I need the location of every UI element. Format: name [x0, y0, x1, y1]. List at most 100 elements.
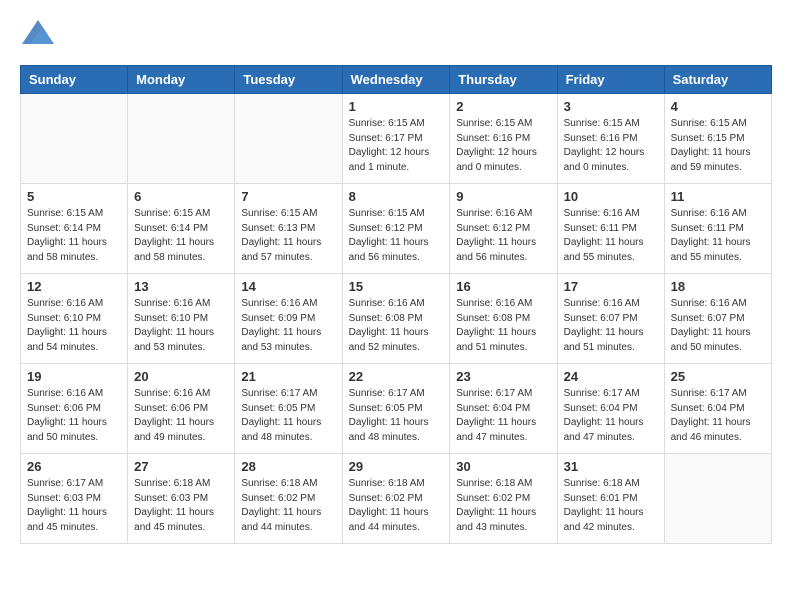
- day-number: 7: [241, 189, 335, 204]
- day-info: Sunrise: 6:15 AM Sunset: 6:13 PM Dayligh…: [241, 207, 335, 265]
- calendar-cell: [235, 94, 342, 184]
- calendar-cell: 16 Sunrise: 6:16 AM Sunset: 6:08 PM Dayli…: [450, 274, 557, 364]
- calendar-week-row: 19 Sunrise: 6:16 AM Sunset: 6:06 PM Dayli…: [21, 364, 772, 454]
- day-info: Sunrise: 6:15 AM Sunset: 6:17 PM Dayligh…: [349, 117, 444, 175]
- day-info: Sunrise: 6:16 AM Sunset: 6:08 PM Dayligh…: [349, 297, 444, 355]
- day-info: Sunrise: 6:17 AM Sunset: 6:04 PM Dayligh…: [456, 387, 550, 445]
- day-info: Sunrise: 6:18 AM Sunset: 6:01 PM Dayligh…: [564, 477, 658, 535]
- weekday-header: Sunday: [21, 66, 128, 94]
- calendar-cell: 9 Sunrise: 6:16 AM Sunset: 6:12 PM Daylig…: [450, 184, 557, 274]
- calendar-cell: 25 Sunrise: 6:17 AM Sunset: 6:04 PM Dayli…: [664, 364, 771, 454]
- day-number: 2: [456, 99, 550, 114]
- calendar-cell: 12Sunrise: 6:16 AM Sunset: 6:10 PM Dayli…: [21, 274, 128, 364]
- day-info: Sunrise: 6:16 AM Sunset: 6:11 PM Dayligh…: [564, 207, 658, 265]
- day-number: 24: [564, 369, 658, 384]
- day-number: 18: [671, 279, 765, 294]
- day-number: 4: [671, 99, 765, 114]
- day-info: Sunrise: 6:17 AM Sunset: 6:04 PM Dayligh…: [564, 387, 658, 445]
- day-info: Sunrise: 6:15 AM Sunset: 6:14 PM Dayligh…: [27, 207, 121, 265]
- day-number: 3: [564, 99, 658, 114]
- day-info: Sunrise: 6:18 AM Sunset: 6:02 PM Dayligh…: [241, 477, 335, 535]
- calendar-cell: 24 Sunrise: 6:17 AM Sunset: 6:04 PM Dayli…: [557, 364, 664, 454]
- calendar-cell: 27 Sunrise: 6:18 AM Sunset: 6:03 PM Dayli…: [128, 454, 235, 544]
- calendar-cell: 28 Sunrise: 6:18 AM Sunset: 6:02 PM Dayli…: [235, 454, 342, 544]
- calendar-cell: 13 Sunrise: 6:16 AM Sunset: 6:10 PM Dayli…: [128, 274, 235, 364]
- calendar-cell: 10 Sunrise: 6:16 AM Sunset: 6:11 PM Dayli…: [557, 184, 664, 274]
- calendar-cell: 6Sunrise: 6:15 AM Sunset: 6:14 PM Daylig…: [128, 184, 235, 274]
- day-info: Sunrise: 6:16 AM Sunset: 6:11 PM Dayligh…: [671, 207, 765, 265]
- day-number: 13: [134, 279, 228, 294]
- day-number: 25: [671, 369, 765, 384]
- calendar-week-row: 26 Sunrise: 6:17 AM Sunset: 6:03 PM Dayli…: [21, 454, 772, 544]
- day-number: 10: [564, 189, 658, 204]
- day-info: Sunrise: 6:15 AM Sunset: 6:16 PM Dayligh…: [564, 117, 658, 175]
- calendar-cell: 29 Sunrise: 6:18 AM Sunset: 6:02 PM Dayli…: [342, 454, 450, 544]
- calendar-cell: 17Sunrise: 6:16 AM Sunset: 6:07 PM Dayli…: [557, 274, 664, 364]
- day-info: Sunrise: 6:16 AM Sunset: 6:06 PM Dayligh…: [134, 387, 228, 445]
- weekday-header-row: SundayMondayTuesdayWednesdayThursdayFrid…: [21, 66, 772, 94]
- day-info: Sunrise: 6:15 AM Sunset: 6:12 PM Dayligh…: [349, 207, 444, 265]
- calendar-week-row: 1 Sunrise: 6:15 AM Sunset: 6:17 PM Daylig…: [21, 94, 772, 184]
- day-info: Sunrise: 6:15 AM Sunset: 6:16 PM Dayligh…: [456, 117, 550, 175]
- calendar-cell: 1 Sunrise: 6:15 AM Sunset: 6:17 PM Daylig…: [342, 94, 450, 184]
- weekday-header: Monday: [128, 66, 235, 94]
- day-number: 27: [134, 459, 228, 474]
- day-number: 1: [349, 99, 444, 114]
- calendar-cell: 3 Sunrise: 6:15 AM Sunset: 6:16 PM Daylig…: [557, 94, 664, 184]
- day-number: 20: [134, 369, 228, 384]
- day-info: Sunrise: 6:16 AM Sunset: 6:06 PM Dayligh…: [27, 387, 121, 445]
- day-info: Sunrise: 6:16 AM Sunset: 6:07 PM Dayligh…: [564, 297, 658, 355]
- day-info: Sunrise: 6:17 AM Sunset: 6:05 PM Dayligh…: [349, 387, 444, 445]
- calendar-week-row: 12Sunrise: 6:16 AM Sunset: 6:10 PM Dayli…: [21, 274, 772, 364]
- day-info: Sunrise: 6:16 AM Sunset: 6:10 PM Dayligh…: [134, 297, 228, 355]
- weekday-header: Tuesday: [235, 66, 342, 94]
- day-number: 29: [349, 459, 444, 474]
- weekday-header: Friday: [557, 66, 664, 94]
- day-number: 30: [456, 459, 550, 474]
- day-number: 22: [349, 369, 444, 384]
- day-number: 19: [27, 369, 121, 384]
- day-number: 6: [134, 189, 228, 204]
- calendar-cell: 2 Sunrise: 6:15 AM Sunset: 6:16 PM Daylig…: [450, 94, 557, 184]
- calendar-cell: 4Sunrise: 6:15 AM Sunset: 6:15 PM Daylig…: [664, 94, 771, 184]
- weekday-header: Saturday: [664, 66, 771, 94]
- calendar-cell: 8 Sunrise: 6:15 AM Sunset: 6:12 PM Daylig…: [342, 184, 450, 274]
- day-number: 5: [27, 189, 121, 204]
- calendar-cell: [128, 94, 235, 184]
- day-info: Sunrise: 6:16 AM Sunset: 6:10 PM Dayligh…: [27, 297, 121, 355]
- calendar-cell: 5 Sunrise: 6:15 AM Sunset: 6:14 PM Daylig…: [21, 184, 128, 274]
- day-number: 26: [27, 459, 121, 474]
- calendar-cell: [21, 94, 128, 184]
- calendar-cell: 31 Sunrise: 6:18 AM Sunset: 6:01 PM Dayli…: [557, 454, 664, 544]
- day-number: 14: [241, 279, 335, 294]
- calendar-cell: 11 Sunrise: 6:16 AM Sunset: 6:11 PM Dayli…: [664, 184, 771, 274]
- calendar-cell: 26 Sunrise: 6:17 AM Sunset: 6:03 PM Dayli…: [21, 454, 128, 544]
- weekday-header: Wednesday: [342, 66, 450, 94]
- page-header: [20, 20, 772, 49]
- day-number: 15: [349, 279, 444, 294]
- day-number: 8: [349, 189, 444, 204]
- calendar-cell: 22 Sunrise: 6:17 AM Sunset: 6:05 PM Dayli…: [342, 364, 450, 454]
- day-number: 28: [241, 459, 335, 474]
- calendar-cell: 14 Sunrise: 6:16 AM Sunset: 6:09 PM Dayli…: [235, 274, 342, 364]
- day-number: 21: [241, 369, 335, 384]
- day-number: 16: [456, 279, 550, 294]
- day-info: Sunrise: 6:16 AM Sunset: 6:07 PM Dayligh…: [671, 297, 765, 355]
- day-info: Sunrise: 6:16 AM Sunset: 6:08 PM Dayligh…: [456, 297, 550, 355]
- weekday-header: Thursday: [450, 66, 557, 94]
- calendar-week-row: 5 Sunrise: 6:15 AM Sunset: 6:14 PM Daylig…: [21, 184, 772, 274]
- day-info: Sunrise: 6:17 AM Sunset: 6:04 PM Dayligh…: [671, 387, 765, 445]
- calendar-cell: 20 Sunrise: 6:16 AM Sunset: 6:06 PM Dayli…: [128, 364, 235, 454]
- day-info: Sunrise: 6:17 AM Sunset: 6:03 PM Dayligh…: [27, 477, 121, 535]
- calendar-cell: [664, 454, 771, 544]
- day-number: 11: [671, 189, 765, 204]
- calendar-cell: 7 Sunrise: 6:15 AM Sunset: 6:13 PM Daylig…: [235, 184, 342, 274]
- day-number: 31: [564, 459, 658, 474]
- day-info: Sunrise: 6:16 AM Sunset: 6:12 PM Dayligh…: [456, 207, 550, 265]
- day-info: Sunrise: 6:18 AM Sunset: 6:03 PM Dayligh…: [134, 477, 228, 535]
- calendar-cell: 21Sunrise: 6:17 AM Sunset: 6:05 PM Dayli…: [235, 364, 342, 454]
- day-info: Sunrise: 6:16 AM Sunset: 6:09 PM Dayligh…: [241, 297, 335, 355]
- calendar-cell: 30Sunrise: 6:18 AM Sunset: 6:02 PM Dayli…: [450, 454, 557, 544]
- day-number: 9: [456, 189, 550, 204]
- day-info: Sunrise: 6:18 AM Sunset: 6:02 PM Dayligh…: [349, 477, 444, 535]
